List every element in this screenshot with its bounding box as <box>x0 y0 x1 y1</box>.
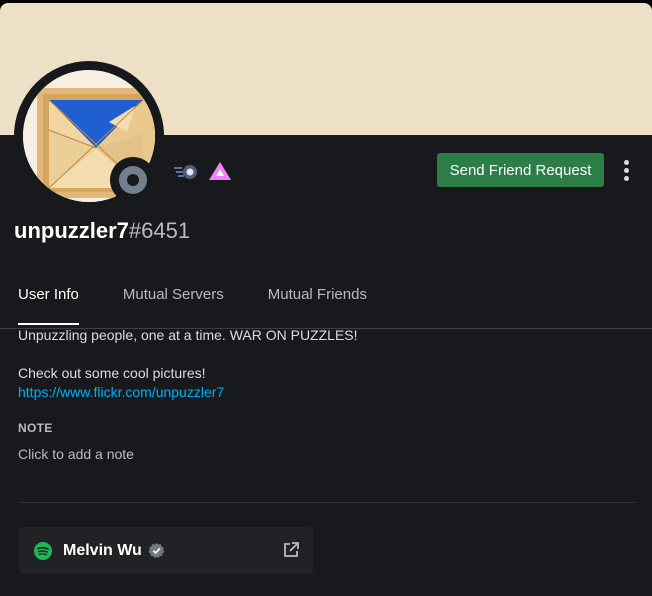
status-indicator-frame <box>110 157 156 203</box>
external-link-icon[interactable] <box>282 541 300 559</box>
username-text: unpuzzler7 <box>14 218 129 243</box>
bio-line-1: Unpuzzling people, one at a time. WAR ON… <box>18 327 358 343</box>
early-supporter-icon[interactable] <box>206 159 234 183</box>
hypesquad-balance-icon[interactable] <box>172 159 200 183</box>
badge-list <box>172 159 234 183</box>
send-friend-request-button[interactable]: Send Friend Request <box>437 153 604 187</box>
profile-tabs: User Info Mutual Servers Mutual Friends <box>18 286 367 325</box>
note-input[interactable]: Click to add a note <box>18 446 134 462</box>
bio-line-2: Check out some cool pictures! <box>18 365 206 381</box>
bio-link[interactable]: https://www.flickr.com/unpuzzler7 <box>18 384 224 400</box>
section-divider <box>18 502 635 503</box>
tab-user-info[interactable]: User Info <box>18 286 79 325</box>
tab-mutual-servers[interactable]: Mutual Servers <box>123 286 224 325</box>
note-heading: NOTE <box>18 421 53 435</box>
user-profile-modal: Send Friend Request unpuzzler7#6451 User… <box>0 3 652 596</box>
username: unpuzzler7#6451 <box>14 218 190 244</box>
connected-account-spotify: Melvin Wu <box>19 527 313 574</box>
offline-status-icon <box>119 166 147 194</box>
tab-mutual-friends[interactable]: Mutual Friends <box>268 286 367 325</box>
connection-name: Melvin Wu <box>63 541 142 559</box>
verified-icon <box>148 542 165 559</box>
avatar-frame <box>14 61 164 211</box>
spotify-icon <box>34 541 52 560</box>
more-options-icon[interactable] <box>614 158 638 182</box>
discriminator: #6451 <box>128 218 191 243</box>
